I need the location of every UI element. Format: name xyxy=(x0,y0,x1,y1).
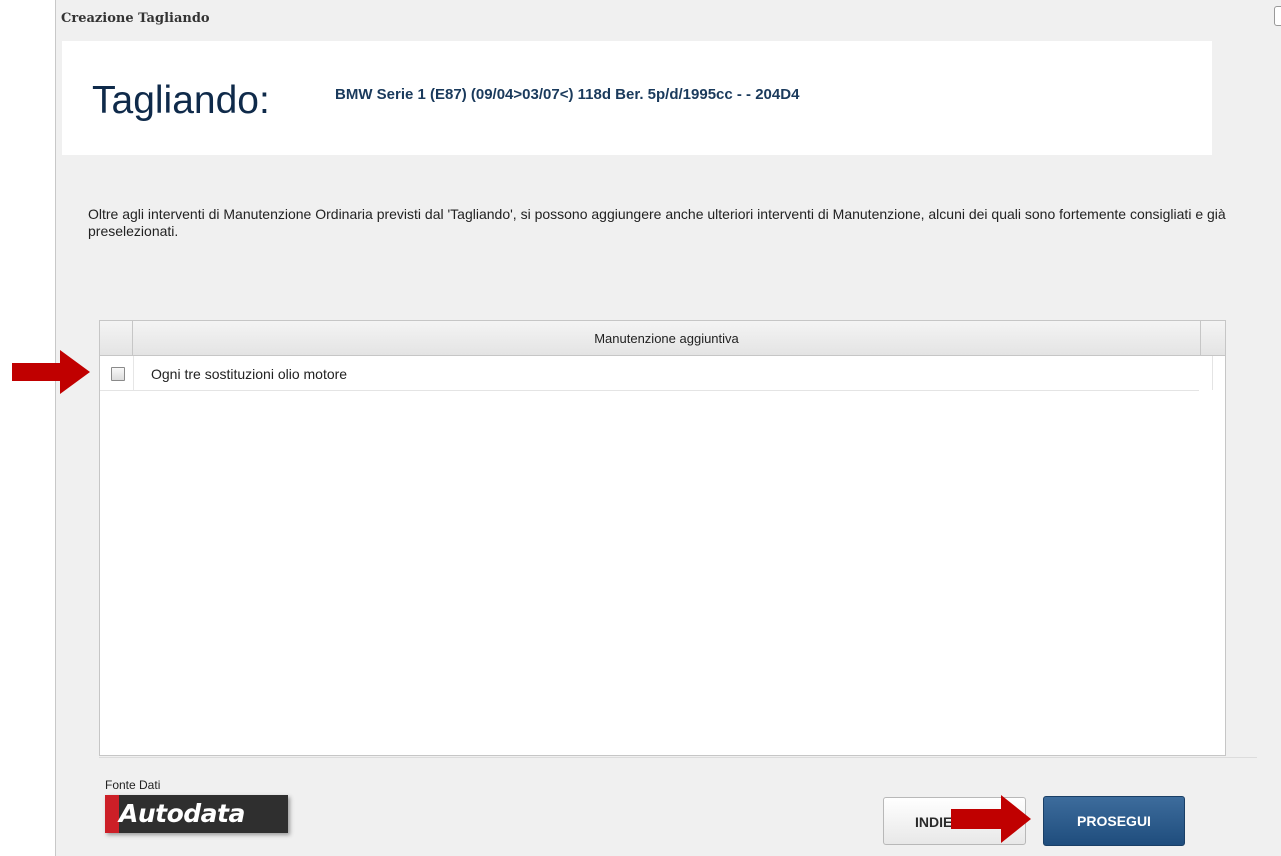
dialog-title: Creazione Tagliando xyxy=(61,11,210,26)
arrow-right-icon xyxy=(951,795,1031,843)
logo-text: Autodata xyxy=(119,799,245,828)
dialog-titlebar: Creazione Tagliando xyxy=(56,0,1281,38)
autodata-logo: Autodata xyxy=(105,795,288,833)
description-text: Oltre agli interventi di Manutenzione Or… xyxy=(88,206,1226,239)
checkbox-column-header xyxy=(100,321,133,355)
footer-divider xyxy=(99,757,1257,758)
continue-button[interactable]: PROSEGUI xyxy=(1043,796,1185,846)
cell-divider xyxy=(1212,356,1213,390)
arrow-right-icon xyxy=(12,350,90,394)
data-source-label: Fonte Dati xyxy=(105,778,161,792)
row-checkbox[interactable] xyxy=(111,367,125,381)
cell-divider xyxy=(133,356,134,390)
table-row[interactable]: Ogni tre sostituzioni olio motore xyxy=(100,356,1199,391)
table-header: Manutenzione aggiuntiva xyxy=(100,321,1225,356)
dialog-window: Creazione Tagliando Tagliando: BMW Serie… xyxy=(55,0,1281,856)
column-header-maintenance: Manutenzione aggiuntiva xyxy=(133,321,1201,355)
logo-red-stripe xyxy=(105,795,119,833)
close-button[interactable] xyxy=(1274,6,1281,26)
row-label: Ogni tre sostituzioni olio motore xyxy=(151,366,348,382)
header-panel: Tagliando: BMW Serie 1 (E87) (09/04>03/0… xyxy=(62,41,1212,155)
continue-button-label: PROSEGUI xyxy=(1077,813,1151,829)
maintenance-table: Manutenzione aggiuntiva Ogni tre sostitu… xyxy=(99,320,1226,756)
page-title: Tagliando: xyxy=(92,79,270,122)
vehicle-description: BMW Serie 1 (E87) (09/04>03/07<) 118d Be… xyxy=(335,86,800,103)
